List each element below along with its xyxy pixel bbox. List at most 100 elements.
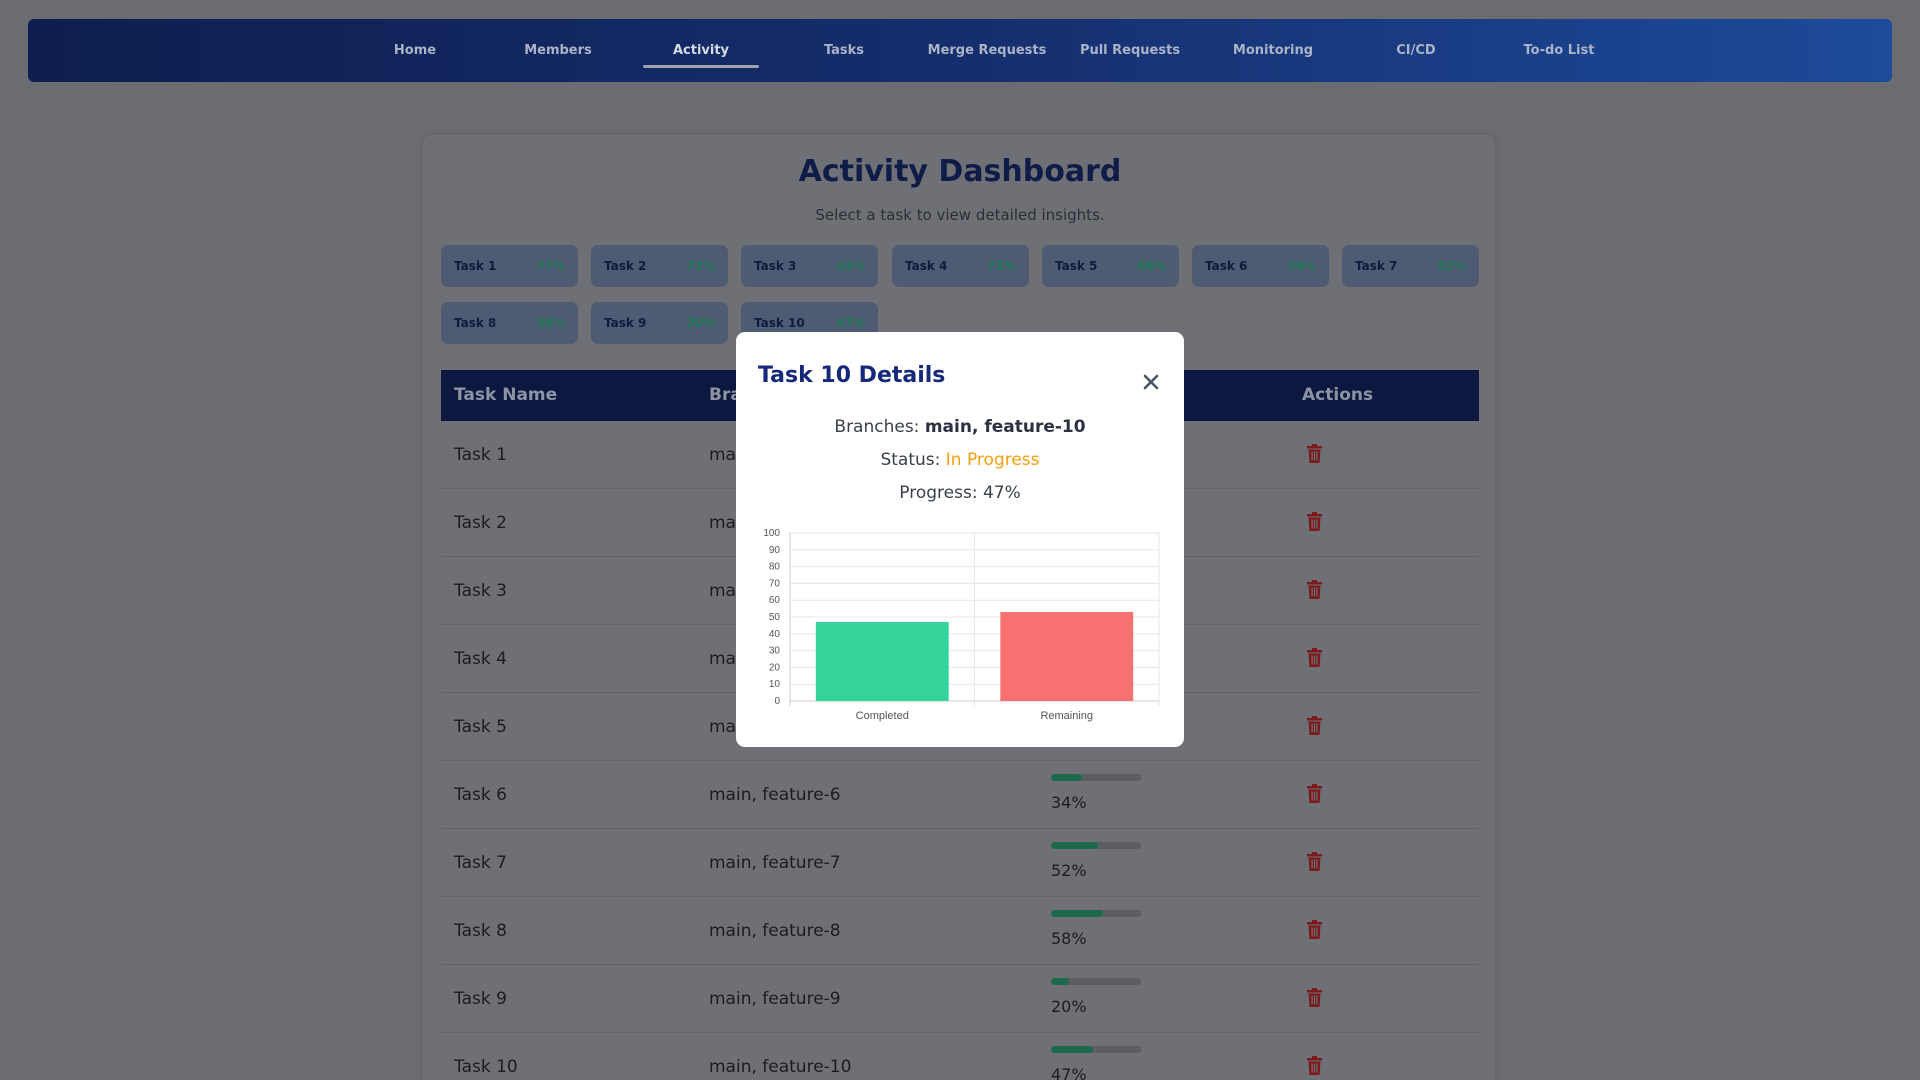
trash-icon[interactable] <box>1307 988 1322 1007</box>
y-tick-label: 10 <box>769 679 781 690</box>
column-header-task-name: Task Name <box>454 385 558 405</box>
task-chip-name: Task 6 <box>1205 259 1248 273</box>
progress-cell: 47% <box>1051 1046 1141 1080</box>
task-chip-name: Task 1 <box>454 259 497 273</box>
table-row: Task 6 main, feature-6 34% <box>441 761 1479 829</box>
progress-bar-fill <box>1051 978 1069 985</box>
task-chip-name: Task 8 <box>454 316 497 330</box>
trash-icon[interactable] <box>1307 444 1322 463</box>
task-chip-percent: 47% <box>836 316 865 330</box>
task-chip-percent: 72% <box>686 259 715 273</box>
task-chip-7[interactable]: Task 7 52% <box>1342 245 1479 287</box>
progress-cell: 20% <box>1051 978 1141 1016</box>
branches-cell: main, feature-6 <box>709 785 841 805</box>
branches-cell: ma <box>709 581 736 601</box>
task-chip-percent: 20% <box>686 316 715 330</box>
progress-cell: 52% <box>1051 842 1141 880</box>
table-row: Task 8 main, feature-8 58% <box>441 897 1479 965</box>
nav-pull-requests[interactable]: Pull Requests <box>1060 19 1200 82</box>
nav-home[interactable]: Home <box>345 19 485 82</box>
progress-percent: 52% <box>1051 861 1087 880</box>
column-header-actions: Actions <box>1302 385 1374 405</box>
progress-percent: 20% <box>1051 997 1087 1016</box>
task-chip-name: Task 5 <box>1055 259 1098 273</box>
task-chip-6[interactable]: Task 6 34% <box>1192 245 1329 287</box>
progress-bar-fill <box>1051 910 1104 917</box>
branches-cell: ma <box>709 445 736 465</box>
progress-bar <box>1051 774 1141 781</box>
progress-percent: 47% <box>1051 1065 1087 1080</box>
task-chip-percent: 73% <box>987 259 1016 273</box>
nav-activity[interactable]: Activity <box>631 19 771 82</box>
task-chip-name: Task 4 <box>905 259 948 273</box>
task-name-cell: Task 2 <box>454 513 507 533</box>
nav-cicd[interactable]: CI/CD <box>1346 19 1486 82</box>
table-row: Task 7 main, feature-7 52% <box>441 829 1479 897</box>
y-tick-label: 80 <box>769 562 781 573</box>
x-tick-label: Completed <box>856 710 909 722</box>
branches-cell: ma <box>709 513 736 533</box>
trash-icon[interactable] <box>1307 852 1322 871</box>
progress-percent: 34% <box>1051 793 1087 812</box>
task-chip-9[interactable]: Task 9 20% <box>591 302 728 344</box>
progress-cell: 58% <box>1051 910 1141 948</box>
task-name-cell: Task 8 <box>454 921 507 941</box>
branches-cell: main, feature-8 <box>709 921 841 941</box>
trash-icon[interactable] <box>1307 1056 1322 1075</box>
trash-icon[interactable] <box>1307 716 1322 735</box>
branches-cell: main, feature-9 <box>709 989 841 1009</box>
task-chip-name: Task 3 <box>754 259 797 273</box>
task-chip-1[interactable]: Task 1 77% <box>441 245 578 287</box>
task-chip-name: Task 7 <box>1355 259 1398 273</box>
task-chip-8[interactable]: Task 8 58% <box>441 302 578 344</box>
task-chip-percent: 58% <box>536 316 565 330</box>
progress-bar <box>1051 978 1141 985</box>
y-tick-label: 60 <box>769 595 781 606</box>
y-tick-label: 30 <box>769 646 781 657</box>
nav-todo-list[interactable]: To-do List <box>1489 19 1629 82</box>
page-title: Activity Dashboard <box>798 154 1122 189</box>
nav-merge-requests[interactable]: Merge Requests <box>917 19 1057 82</box>
task-chip-percent: 66% <box>1137 259 1166 273</box>
branches-cell: main, feature-7 <box>709 853 841 873</box>
task-chip-5[interactable]: Task 5 66% <box>1042 245 1179 287</box>
trash-icon[interactable] <box>1307 920 1322 939</box>
trash-icon[interactable] <box>1307 580 1322 599</box>
task-details-modal: Task 10 Details Branches: main, feature-… <box>736 332 1184 747</box>
nav-tasks[interactable]: Tasks <box>774 19 914 82</box>
task-chip-name: Task 10 <box>754 316 805 330</box>
task-name-cell: Task 1 <box>454 445 507 465</box>
task-chip-name: Task 9 <box>604 316 647 330</box>
task-chip-percent: 77% <box>536 259 565 273</box>
task-chip-percent: 34% <box>1287 259 1316 273</box>
y-tick-label: 20 <box>769 662 781 673</box>
task-chip-2[interactable]: Task 2 72% <box>591 245 728 287</box>
task-chip-3[interactable]: Task 3 24% <box>741 245 878 287</box>
branches-cell: ma <box>709 649 736 669</box>
y-tick-label: 70 <box>769 578 781 589</box>
branches-cell: ma <box>709 717 736 737</box>
table-row: Task 10 main, feature-10 47% <box>441 1033 1479 1080</box>
progress-bar <box>1051 910 1141 917</box>
y-tick-label: 90 <box>769 545 781 556</box>
top-navbar: Home Members Activity Tasks Merge Reques… <box>28 19 1892 82</box>
progress-bar <box>1051 842 1141 849</box>
branches-cell: main, feature-10 <box>709 1057 852 1077</box>
bar-remaining <box>1000 611 1134 701</box>
nav-monitoring[interactable]: Monitoring <box>1203 19 1343 82</box>
trash-icon[interactable] <box>1307 648 1322 667</box>
task-name-cell: Task 9 <box>454 989 507 1009</box>
task-chip-4[interactable]: Task 4 73% <box>892 245 1029 287</box>
trash-icon[interactable] <box>1307 512 1322 531</box>
progress-bar-chart: 0 10 20 30 40 50 60 70 80 90 100 Completed Remaining <box>763 528 1160 722</box>
y-tick-label: 0 <box>774 696 780 707</box>
nav-members[interactable]: Members <box>488 19 628 82</box>
progress-cell: 34% <box>1051 774 1141 812</box>
task-name-cell: Task 7 <box>454 853 507 873</box>
y-tick-label: 40 <box>769 629 781 640</box>
task-name-cell: Task 3 <box>454 581 507 601</box>
progress-bar-fill <box>1051 1046 1094 1053</box>
task-name-cell: Task 4 <box>454 649 507 669</box>
task-name-cell: Task 5 <box>454 717 507 737</box>
trash-icon[interactable] <box>1307 784 1322 803</box>
